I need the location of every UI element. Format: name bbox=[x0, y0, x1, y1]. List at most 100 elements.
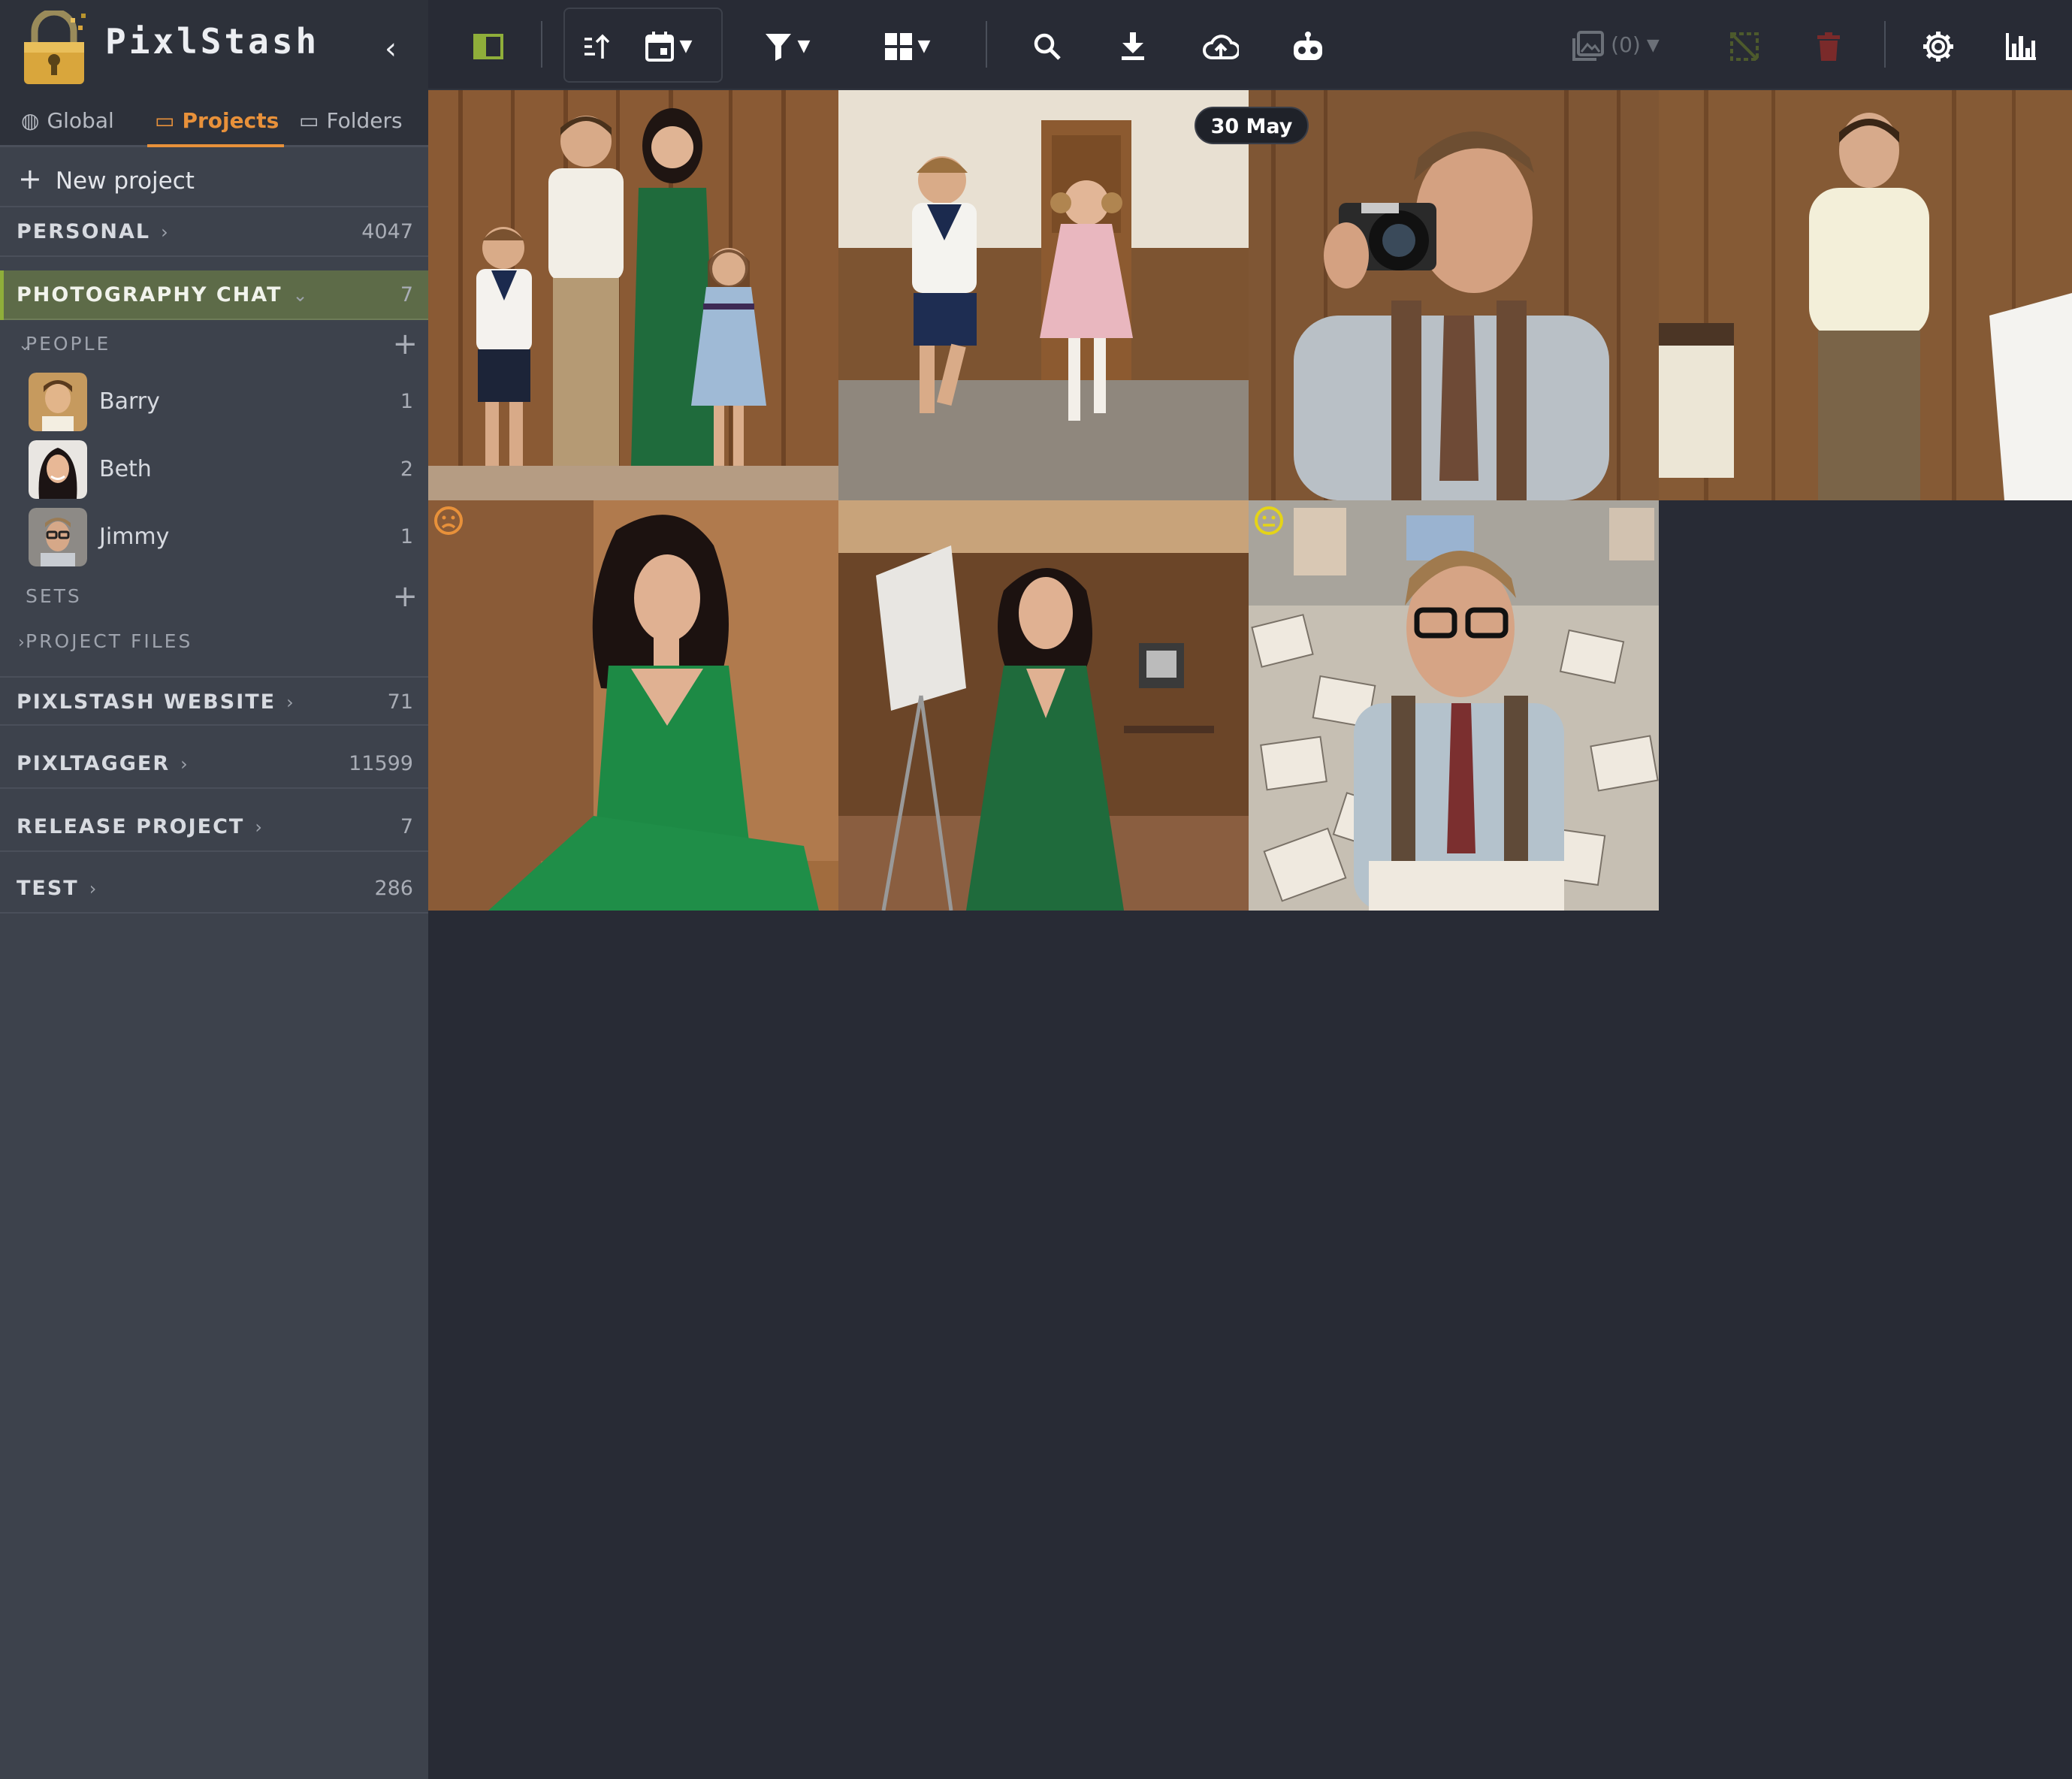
project-pixlstash-website[interactable]: PIXLSTASH WEBSITE › 71 bbox=[0, 676, 428, 726]
sort-order-button[interactable] bbox=[572, 20, 621, 71]
chevron-right-icon: › bbox=[161, 222, 170, 243]
tab-folders[interactable]: ▭ Folders bbox=[299, 98, 403, 147]
folder-icon: ▭ bbox=[155, 108, 175, 133]
sort-order-icon bbox=[584, 34, 610, 59]
image-thumbnail-children-running[interactable] bbox=[838, 90, 1249, 500]
image-thumbnail-woman-green-dress-sitting[interactable] bbox=[428, 500, 838, 911]
man-with-camera-image bbox=[1249, 90, 1659, 500]
project-count: 4047 bbox=[361, 220, 413, 243]
ai-tagger-button[interactable] bbox=[1282, 20, 1334, 71]
bar-chart-icon bbox=[2006, 33, 2036, 60]
date-badge: 30 May bbox=[1195, 107, 1309, 144]
toggle-sidebar-button[interactable] bbox=[466, 20, 511, 71]
children-running-image bbox=[838, 90, 1249, 500]
image-thumbnail-woman-green-dress-studio[interactable] bbox=[838, 500, 1249, 911]
project-pixltagger[interactable]: PIXLTAGGER › 11599 bbox=[0, 739, 428, 789]
project-name: PIXLTAGGER bbox=[17, 752, 171, 775]
project-name: PIXLSTASH WEBSITE bbox=[17, 690, 276, 714]
upload-button[interactable] bbox=[1195, 20, 1247, 71]
add-person-button[interactable]: + bbox=[392, 322, 418, 367]
download-icon bbox=[1122, 32, 1144, 60]
grid-view-dropdown[interactable]: ▼ bbox=[870, 20, 945, 71]
grid-view-icon bbox=[884, 33, 912, 60]
filter-icon bbox=[765, 34, 791, 61]
gear-icon bbox=[1923, 32, 1953, 62]
monitor-icon: ▭ bbox=[299, 108, 319, 133]
person-count: 1 bbox=[400, 525, 413, 548]
tab-projects[interactable]: ▭ Projects bbox=[147, 98, 284, 147]
new-project-button[interactable]: + New project bbox=[0, 150, 428, 207]
caret-down-icon: ▼ bbox=[1646, 36, 1660, 55]
chevron-right-icon: › bbox=[89, 878, 98, 899]
selection-count: (0) bbox=[1611, 32, 1641, 57]
selection-dropdown[interactable]: (0) ▼ bbox=[1560, 20, 1672, 71]
woman-green-dress-sitting-image bbox=[428, 500, 838, 911]
people-section-header[interactable]: ⌄PEOPLE + bbox=[0, 322, 428, 367]
project-count: 11599 bbox=[349, 752, 413, 775]
man-with-photos-image bbox=[1249, 500, 1659, 911]
image-thumbnail-family-portrait[interactable] bbox=[428, 90, 838, 500]
plus-icon: + bbox=[18, 162, 42, 195]
avatar bbox=[29, 440, 87, 499]
sort-date-dropdown[interactable]: ▼ bbox=[631, 20, 706, 71]
project-photography-chat[interactable]: PHOTOGRAPHY CHAT ⌄ 7 bbox=[0, 270, 428, 320]
woman-green-dress-studio-image bbox=[838, 500, 1249, 911]
project-name: RELEASE PROJECT bbox=[17, 815, 245, 838]
person-count: 1 bbox=[400, 390, 413, 413]
avatar bbox=[29, 508, 87, 566]
project-release-project[interactable]: RELEASE PROJECT › 7 bbox=[0, 802, 428, 852]
project-name: TEST bbox=[17, 877, 79, 900]
tab-global[interactable]: ◍ Global bbox=[21, 98, 114, 147]
tab-projects-label: Projects bbox=[182, 108, 279, 133]
robot-icon bbox=[1294, 32, 1322, 60]
project-count: 71 bbox=[387, 690, 413, 714]
download-button[interactable] bbox=[1110, 20, 1155, 71]
person-count: 2 bbox=[400, 458, 413, 481]
caret-down-icon: ▼ bbox=[917, 37, 931, 56]
man-standing-image bbox=[1659, 90, 2072, 500]
project-count: 7 bbox=[400, 815, 413, 838]
image-thumbnail-man-with-camera[interactable] bbox=[1249, 90, 1659, 500]
filter-dropdown[interactable]: ▼ bbox=[750, 20, 825, 71]
project-files-section-header[interactable]: ›PROJECT FILES bbox=[0, 619, 428, 664]
family-portrait-image bbox=[428, 90, 838, 500]
add-set-button[interactable]: + bbox=[392, 574, 418, 619]
person-item-beth[interactable]: Beth 2 bbox=[0, 436, 428, 503]
tab-folders-label: Folders bbox=[326, 108, 403, 133]
image-thumbnail-man-standing[interactable] bbox=[1659, 90, 2072, 500]
padlock-logo-icon bbox=[24, 11, 86, 84]
settings-button[interactable] bbox=[1916, 20, 1961, 71]
sets-section-label: SETS bbox=[26, 585, 82, 607]
project-personal[interactable]: PERSONAL › 4047 bbox=[0, 207, 428, 257]
trash-icon bbox=[1817, 32, 1840, 61]
app-window: PixlStash ‹ ◍ Global ▭ Projects ▭ Folders +… bbox=[0, 0, 2072, 1779]
project-test[interactable]: TEST › 286 bbox=[0, 864, 428, 914]
sets-section-header[interactable]: SETS + bbox=[0, 574, 428, 619]
app-name: PixlStash bbox=[105, 21, 320, 62]
chevron-right-icon: › bbox=[180, 754, 189, 775]
search-button[interactable] bbox=[1025, 20, 1070, 71]
deselect-icon bbox=[1730, 32, 1759, 61]
chevron-right-icon: › bbox=[286, 692, 295, 713]
sidebar: PixlStash ‹ ◍ Global ▭ Projects ▭ Folders +… bbox=[0, 0, 428, 1779]
project-count: 286 bbox=[374, 877, 413, 900]
statistics-button[interactable] bbox=[1998, 20, 2043, 71]
person-name: Beth bbox=[99, 456, 152, 482]
caret-down-icon: ▼ bbox=[679, 37, 693, 56]
avatar bbox=[29, 373, 87, 431]
sidebar-toggle-icon bbox=[473, 34, 503, 59]
chevron-right-icon: › bbox=[18, 633, 27, 652]
clear-selection-button[interactable] bbox=[1722, 20, 1767, 71]
sad-face-icon[interactable] bbox=[433, 505, 464, 536]
person-item-barry[interactable]: Barry 1 bbox=[0, 368, 428, 436]
tab-global-label: Global bbox=[47, 108, 114, 133]
image-thumbnail-man-with-photos[interactable] bbox=[1249, 500, 1659, 911]
project-name: PERSONAL bbox=[17, 220, 151, 243]
chevron-down-icon: ⌄ bbox=[292, 285, 310, 306]
neutral-face-icon[interactable] bbox=[1253, 505, 1285, 536]
calendar-icon bbox=[645, 32, 674, 62]
caret-down-icon: ▼ bbox=[797, 37, 811, 56]
delete-button[interactable] bbox=[1806, 20, 1851, 71]
collapse-sidebar-button[interactable]: ‹ bbox=[376, 30, 406, 68]
person-item-jimmy[interactable]: Jimmy 1 bbox=[0, 503, 428, 571]
